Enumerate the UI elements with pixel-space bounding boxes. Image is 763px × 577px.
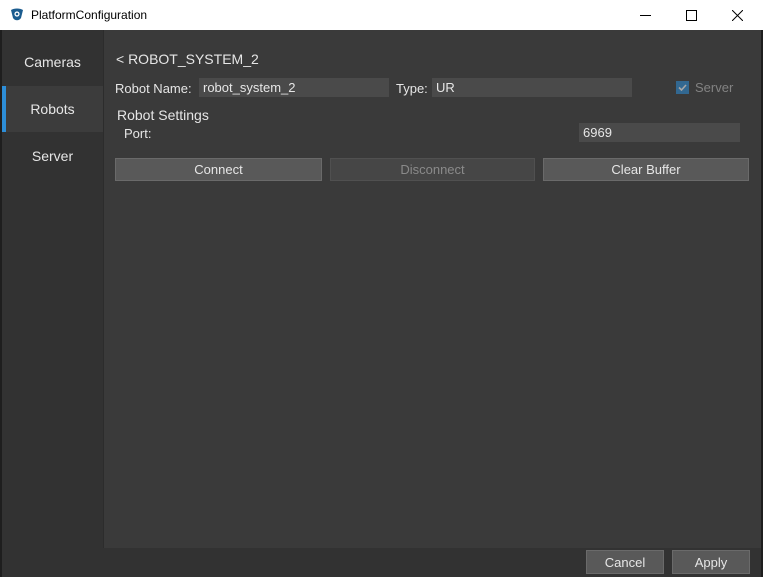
close-button[interactable] xyxy=(714,0,760,30)
apply-button[interactable]: Apply xyxy=(672,550,750,574)
clear-buffer-button[interactable]: Clear Buffer xyxy=(543,158,749,181)
sidebar: Cameras Robots Server xyxy=(2,30,103,577)
sidebar-item-server[interactable]: Server xyxy=(2,133,103,179)
minimize-icon xyxy=(639,10,651,21)
minimize-button[interactable] xyxy=(622,0,668,30)
back-link[interactable]: < ROBOT_SYSTEM_2 xyxy=(116,51,259,67)
connect-button[interactable]: Connect xyxy=(115,158,322,181)
robot-name-label: Robot Name: xyxy=(115,81,192,96)
type-label: Type: xyxy=(396,81,428,96)
close-icon xyxy=(731,9,743,21)
sidebar-item-label: Cameras xyxy=(24,54,81,70)
port-label: Port: xyxy=(124,126,152,141)
sidebar-item-cameras[interactable]: Cameras xyxy=(2,39,103,85)
sidebar-item-robots[interactable]: Robots xyxy=(2,86,103,132)
port-field[interactable] xyxy=(579,123,740,142)
robot-name-field[interactable] xyxy=(199,78,389,97)
main-panel: < ROBOT_SYSTEM_2 Robot Name: Type: Serve… xyxy=(103,30,761,548)
type-field[interactable] xyxy=(432,78,632,97)
cancel-button[interactable]: Cancel xyxy=(586,550,664,574)
window-title: PlatformConfiguration xyxy=(31,8,148,22)
disconnect-button[interactable]: Disconnect xyxy=(330,158,535,181)
maximize-icon xyxy=(685,9,697,21)
server-checkbox-label: Server xyxy=(695,80,734,95)
server-checkbox[interactable]: Server xyxy=(676,80,733,95)
sidebar-item-label: Server xyxy=(31,148,74,164)
title-bar: PlatformConfiguration xyxy=(0,0,763,30)
checkmark-icon xyxy=(676,81,689,94)
maximize-button[interactable] xyxy=(668,0,714,30)
app-logo-icon xyxy=(9,7,25,23)
robot-settings-title: Robot Settings xyxy=(117,107,209,123)
sidebar-item-label: Robots xyxy=(30,101,75,117)
